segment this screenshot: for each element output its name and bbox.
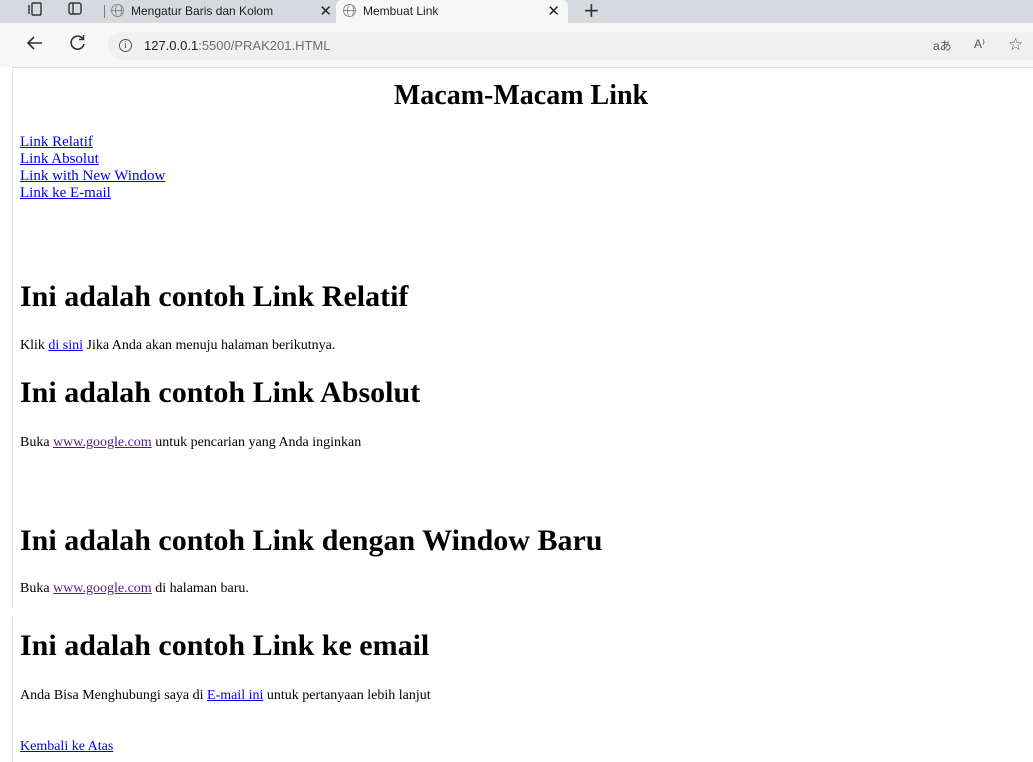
nav-link-absolut[interactable]: Link Absolut [20, 151, 165, 168]
read-aloud-icon[interactable]: A⁾ [974, 37, 985, 51]
text: Jika Anda akan menuju halaman berikutnya… [83, 338, 336, 353]
tab-strip: Mengatur Baris dan Kolom ✕ Membuat Link … [0, 0, 1033, 23]
refresh-icon[interactable] [65, 33, 89, 57]
tab-mengatur-baris[interactable]: Mengatur Baris dan Kolom ✕ [104, 0, 340, 23]
paragraph-link-email: Anda Bisa Menghubungi saya di E-mail ini… [20, 688, 431, 704]
address-bar[interactable]: i 127.0.0.1:5500/PRAK201.HTML aあ A⁾ ☆ [108, 32, 1033, 60]
globe-icon [111, 4, 124, 17]
favorite-icon[interactable]: ☆ [1008, 35, 1023, 55]
heading-link-email: Ini adalah contoh Link ke email [20, 629, 430, 662]
site-info-icon[interactable]: i [119, 39, 132, 52]
paragraph-link-window-baru: Buka www.google.com di halaman baru. [20, 581, 249, 597]
url-path: :5500/PRAK201.HTML [198, 38, 331, 53]
page-title: Macam-Macam Link [393, 80, 649, 111]
nav-link-new-window[interactable]: Link with New Window [20, 168, 165, 185]
tab-actions-icon[interactable] [66, 2, 84, 18]
page-content: Macam-Macam Link Link Relatif Link Absol… [13, 68, 1033, 762]
paragraph-link-relatif: Klik di sini Jika Anda akan menuju halam… [20, 338, 335, 354]
close-tab-icon[interactable]: ✕ [319, 2, 332, 20]
text: Klik [20, 338, 49, 353]
tab-membuat-link[interactable]: Membuat Link ✕ [336, 0, 568, 23]
url-host: 127.0.0.1 [144, 38, 199, 53]
text: Anda Bisa Menghubungi saya di [20, 688, 208, 703]
link-email[interactable]: E-mail ini [207, 688, 263, 703]
new-tab-icon[interactable]: + [583, 0, 600, 22]
text: di halaman baru. [151, 581, 249, 596]
tab-title: Mengatur Baris dan Kolom [131, 4, 274, 18]
text: Buka [20, 581, 54, 596]
nav-link-list: Link Relatif Link Absolut Link with New … [20, 134, 165, 202]
tab-title: Membuat Link [363, 4, 439, 18]
close-tab-icon[interactable]: ✕ [547, 2, 560, 20]
link-google[interactable]: www.google.com [53, 435, 152, 450]
text: untuk pertanyaan lebih lanjut [263, 688, 431, 703]
back-to-top-link[interactable]: Kembali ke Atas [20, 739, 113, 754]
translate-icon[interactable]: aあ [933, 37, 952, 54]
back-icon[interactable] [23, 33, 47, 57]
address-toolbar: i 127.0.0.1:5500/PRAK201.HTML aあ A⁾ ☆ [0, 23, 1033, 67]
workspaces-icon[interactable] [26, 2, 44, 18]
link-google-new-window[interactable]: www.google.com [53, 581, 152, 596]
heading-link-relatif: Ini adalah contoh Link Relatif [20, 280, 409, 313]
nav-link-email[interactable]: Link ke E-mail [20, 185, 165, 202]
globe-icon [343, 4, 356, 17]
back-to-top-paragraph: Kembali ke Atas [20, 739, 113, 755]
paragraph-link-absolut: Buka www.google.com untuk pencarian yang… [20, 435, 361, 451]
heading-link-absolut: Ini adalah contoh Link Absolut [20, 376, 421, 409]
url-text[interactable]: 127.0.0.1:5500/PRAK201.HTML [144, 38, 330, 53]
nav-link-relatif[interactable]: Link Relatif [20, 134, 165, 151]
text: Buka [20, 435, 54, 450]
text: untuk pencarian yang Anda inginkan [151, 435, 362, 450]
link-di-sini[interactable]: di sini [48, 338, 83, 353]
heading-link-window-baru: Ini adalah contoh Link dengan Window Bar… [20, 524, 603, 557]
